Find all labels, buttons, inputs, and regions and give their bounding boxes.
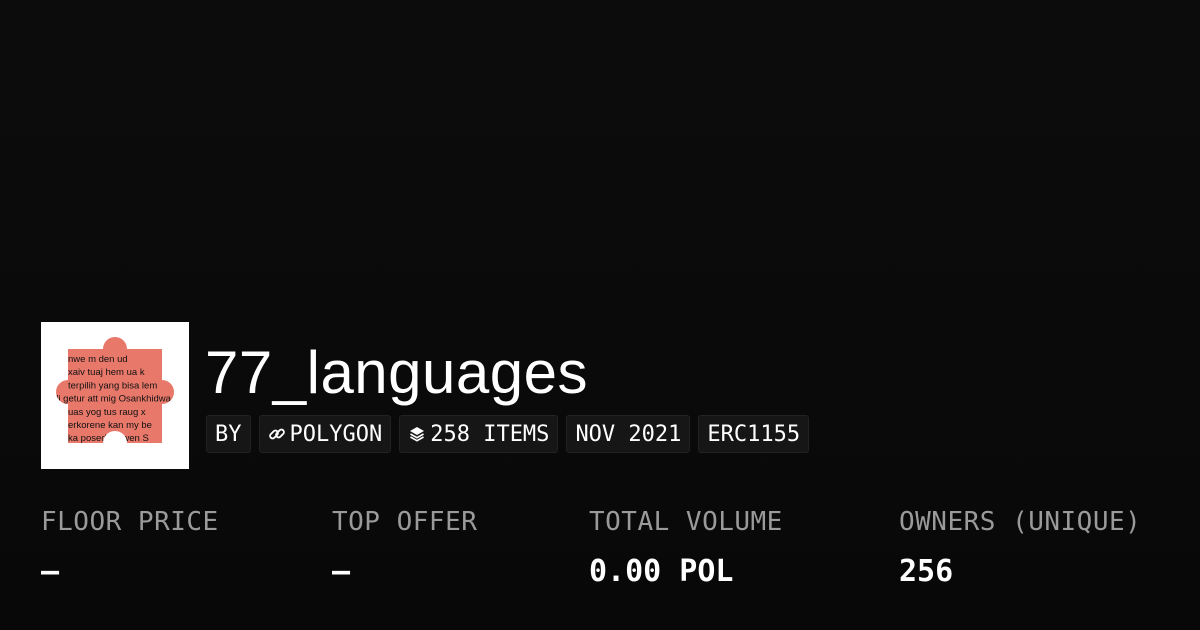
chain-label: POLYGON: [289, 421, 383, 447]
collection-thumbnail[interactable]: nwe m den ud xaiv tuaj hem ua k terpilih y…: [41, 322, 189, 469]
owners-value: 256: [899, 554, 954, 589]
floor-price-label: FLOOR PRICE: [41, 507, 219, 537]
chain-tag[interactable]: POLYGON: [258, 415, 392, 453]
owners-stat: OWNERS (UNIQUE) 256: [899, 505, 1141, 589]
collection-tags: BY POLYGON 258 ITEMS NOV 2021 ERC1155: [206, 415, 810, 455]
thumbnail-text-line: nwe m den ud: [68, 354, 128, 365]
standard-label: ERC1155: [707, 421, 801, 447]
layers-icon: [408, 425, 426, 443]
creator-tag[interactable]: BY: [206, 415, 251, 453]
collection-title: 77_languages: [205, 339, 589, 406]
owners-label: OWNERS (UNIQUE): [899, 507, 1142, 537]
total-volume-value: 0.00 POL: [589, 554, 734, 589]
items-tag[interactable]: 258 ITEMS: [399, 415, 559, 453]
thumbnail-text-line: nwe: [103, 446, 120, 457]
top-offer-value: –: [332, 554, 351, 589]
by-label: BY: [215, 421, 242, 447]
date-tag: NOV 2021: [566, 415, 691, 453]
thumbnail-text-line: valdi getur att mig Osankhidwa: [41, 394, 172, 405]
items-count-label: 258 ITEMS: [430, 421, 550, 447]
thumbnail-text-line: ka posede mwen S: [68, 433, 149, 444]
link-icon: [268, 425, 286, 443]
floor-price-stat: FLOOR PRICE –: [41, 505, 219, 589]
thumbnail-text-line: terpilih yang bisa lem: [68, 380, 157, 391]
thumbnail-text-line: тежд: [103, 460, 125, 469]
total-volume-label: TOTAL VOLUME: [589, 507, 783, 537]
thumbnail-text-line: erkorene kan my be: [68, 420, 152, 431]
top-offer-label: TOP OFFER: [332, 507, 478, 537]
standard-tag: ERC1155: [698, 415, 810, 453]
date-label: NOV 2021: [575, 421, 682, 447]
top-offer-stat: TOP OFFER –: [332, 505, 477, 589]
total-volume-stat: TOTAL VOLUME 0.00 POL: [589, 505, 783, 589]
puzzle-piece-image: nwe m den ud xaiv tuaj hem ua k terpilih y…: [41, 337, 174, 469]
floor-price-value: –: [41, 554, 60, 589]
thumbnail-text-line: xaiv tuaj hem ua k: [68, 367, 145, 378]
thumbnail-text-line: uas yog tus raug x: [68, 407, 146, 418]
